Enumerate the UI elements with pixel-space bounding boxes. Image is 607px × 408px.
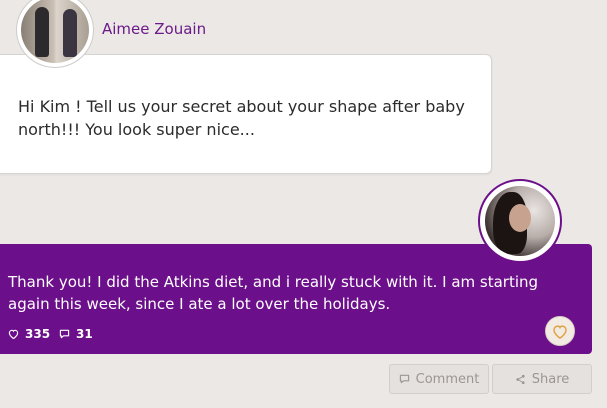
share-icon <box>516 374 525 384</box>
like-button[interactable] <box>545 316 575 346</box>
share-button-label: Share <box>531 371 570 387</box>
speech-bubble-icon <box>59 329 70 339</box>
comment-button-label: Comment <box>415 371 480 387</box>
speech-bubble-icon <box>399 374 409 384</box>
asker-avatar-photo <box>21 0 89 63</box>
answerer-avatar-photo <box>485 186 555 256</box>
avatar-figure <box>35 7 49 57</box>
asker-name[interactable]: Aimee Zouain <box>102 20 206 38</box>
avatar-face <box>509 204 531 232</box>
question-text: Hi Kim ! Tell us your secret about your … <box>18 97 465 139</box>
likes-count-value: 335 <box>25 327 51 341</box>
comment-button[interactable]: Comment <box>389 364 489 394</box>
answer-text: Thank you! I did the Atkins diet, and i … <box>8 273 539 313</box>
share-button[interactable]: Share <box>492 364 592 394</box>
answerer-avatar[interactable] <box>478 179 562 263</box>
avatar-figure <box>63 9 77 57</box>
likes-count[interactable]: 335 <box>8 327 50 341</box>
comments-count[interactable]: 31 <box>59 327 93 341</box>
heart-icon <box>553 324 567 339</box>
comments-count-value: 31 <box>76 327 93 341</box>
heart-outline-icon <box>8 329 19 339</box>
